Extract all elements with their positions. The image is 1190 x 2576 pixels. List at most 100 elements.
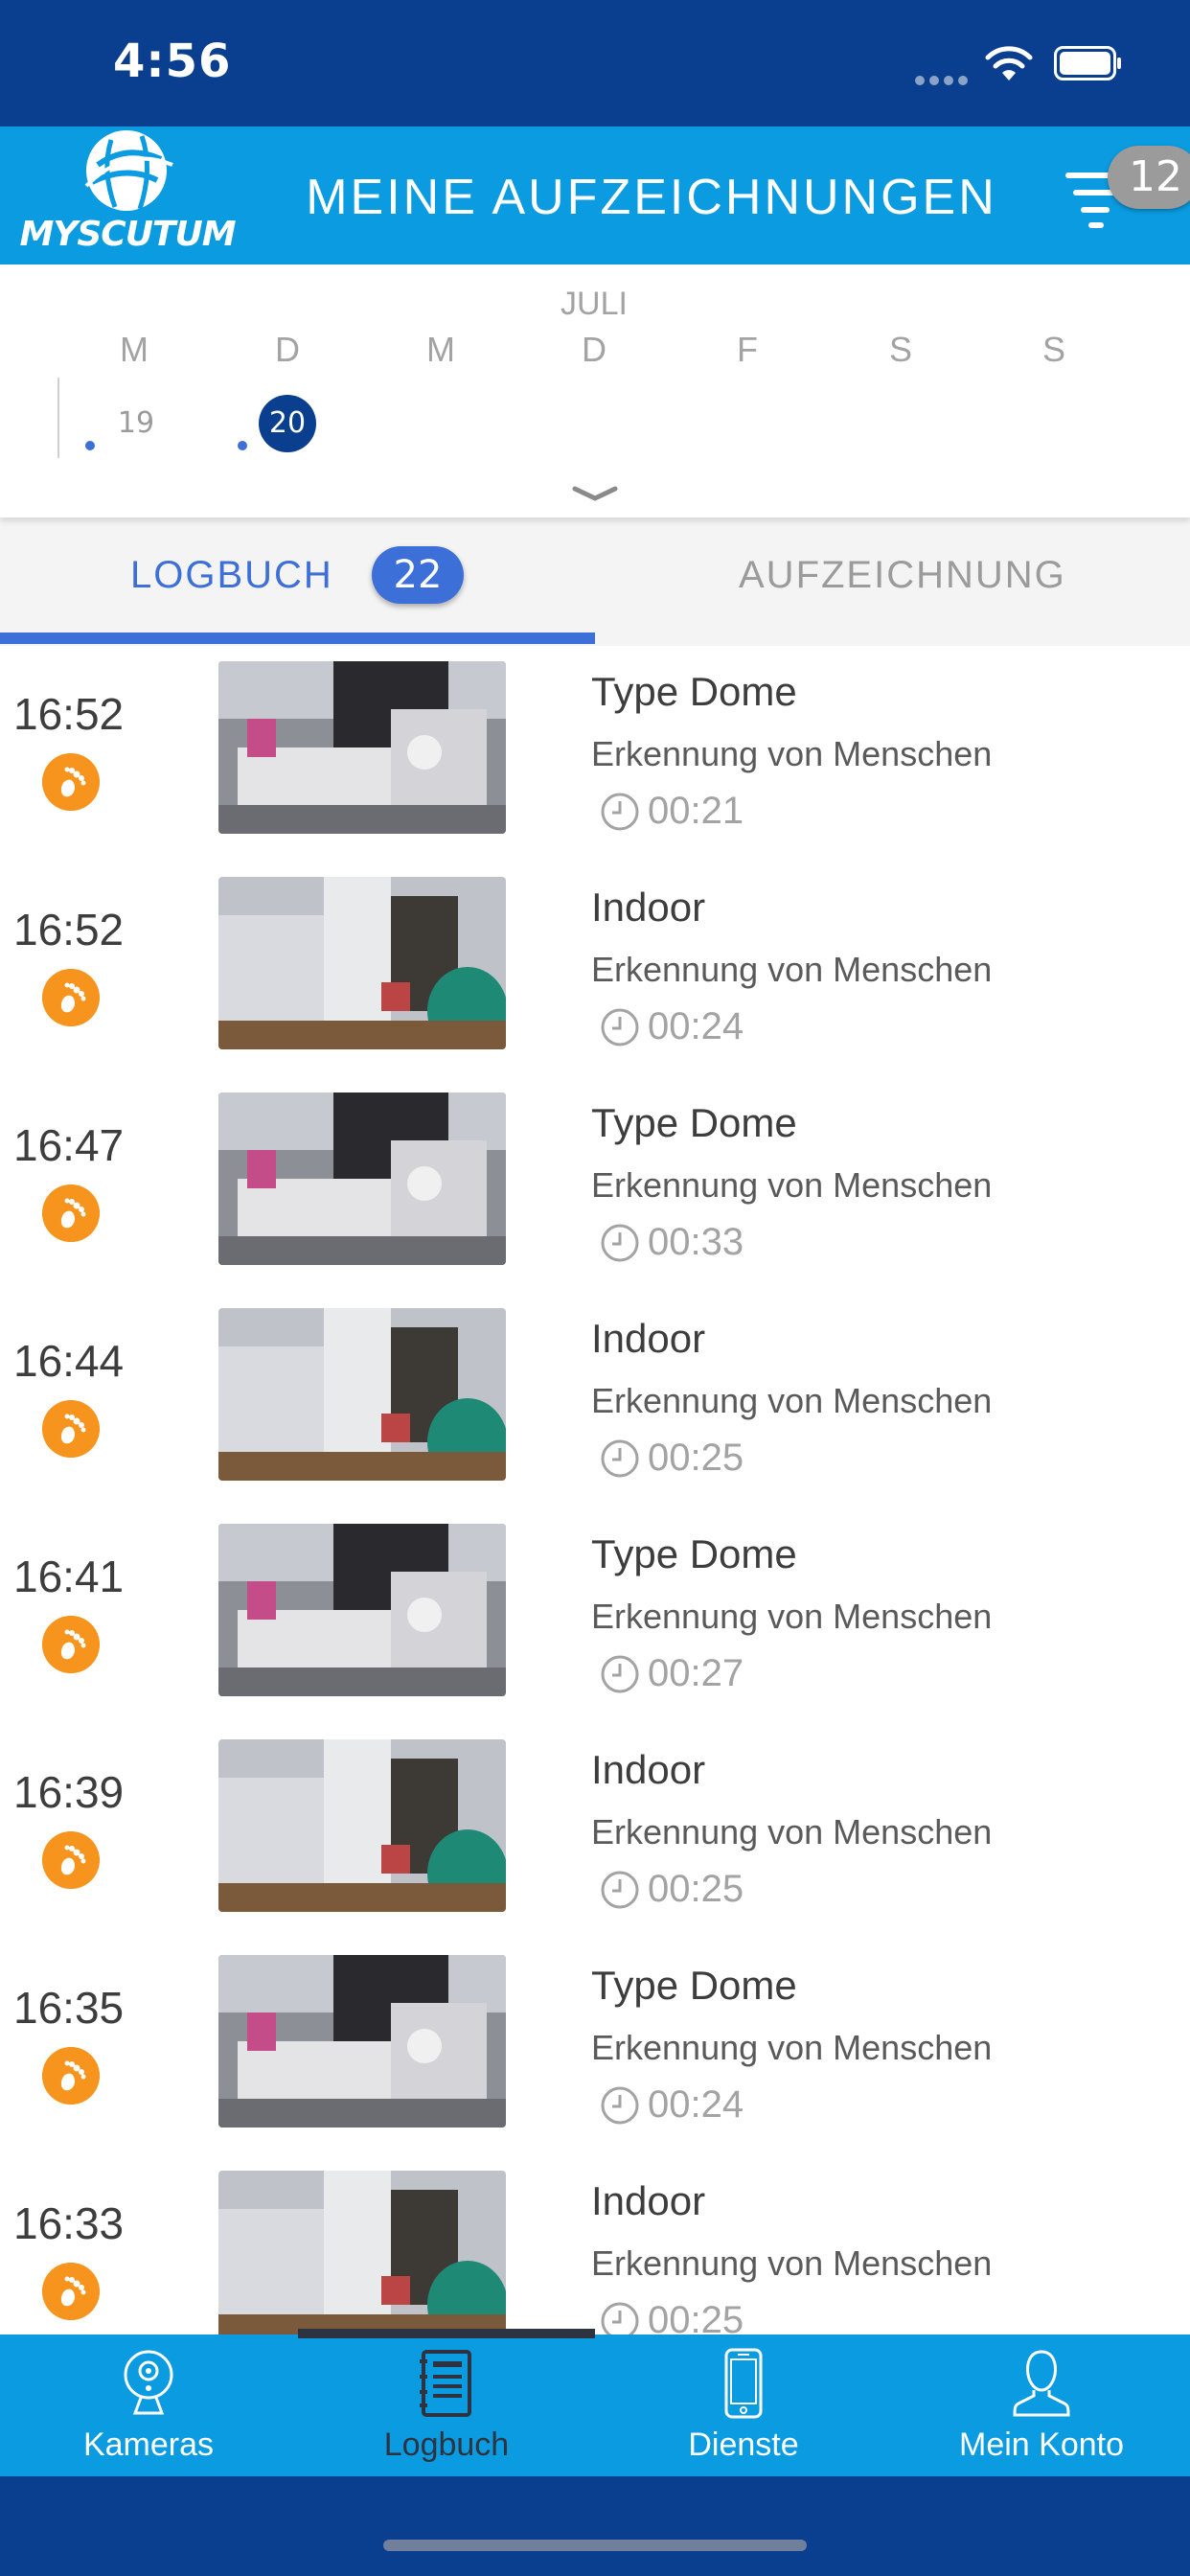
recording-thumbnail[interactable] <box>218 1524 506 1696</box>
globe-logo-icon <box>84 130 173 211</box>
recording-time: 16:39 <box>13 1767 125 1817</box>
recording-time: 16:47 <box>13 1120 125 1170</box>
recording-time: 16:44 <box>13 1336 125 1386</box>
recording-duration: 00:21 <box>648 790 744 832</box>
nav-item-logbuch[interactable]: Logbuch <box>298 2334 595 2476</box>
active-nav-indicator <box>298 2329 595 2338</box>
camera-name: Type Dome <box>591 1531 797 1576</box>
nav-item-mein-konto[interactable]: Mein Konto <box>893 2334 1190 2476</box>
weekday-label: D <box>582 330 606 369</box>
active-tab-indicator <box>0 632 595 644</box>
weekday-label: S <box>888 330 912 369</box>
weekday-label: D <box>275 330 300 369</box>
recording-time: 16:41 <box>13 1552 125 1601</box>
app-header: MYSCUTUM MEINE AUFZEICHNUNGEN 12 <box>0 126 1190 264</box>
recording-duration: 00:25 <box>648 1437 744 1479</box>
clock-icon <box>601 2086 639 2125</box>
tab-label: AUFZEICHNUNG <box>739 554 1066 596</box>
home-indicator[interactable] <box>383 2540 807 2551</box>
event-type: Erkennung von Menschen <box>591 734 993 773</box>
footprint-icon <box>42 1184 100 1242</box>
camera-icon <box>124 2350 173 2415</box>
recording-duration: 00:27 <box>648 1652 744 1694</box>
footprint-icon <box>42 2263 100 2320</box>
clock-icon <box>601 1008 639 1046</box>
recording-duration: 00:25 <box>648 1868 744 1910</box>
recording-list: 16:52 Type Dome Erkennung von Menschen 00:2… <box>0 646 1190 2334</box>
recording-duration: 00:24 <box>648 1005 744 1047</box>
clock-icon <box>601 1655 639 1693</box>
logbook-icon <box>420 2350 471 2417</box>
footprint-icon <box>42 969 100 1026</box>
recording-row[interactable]: 16:39 Indoor Erkennung von Menschen 00:25 <box>0 1724 1190 1940</box>
event-type: Erkennung von Menschen <box>591 1165 993 1205</box>
footprint-icon <box>42 2047 100 2104</box>
weekday-label: S <box>1041 330 1065 369</box>
clock-icon <box>601 1871 639 1909</box>
cellular-signal-icon <box>915 71 973 89</box>
clock-icon <box>601 793 639 831</box>
event-type: Erkennung von Menschen <box>591 2028 993 2067</box>
tab-count-badge: 22 <box>372 546 464 604</box>
nav-label: Kameras <box>82 2426 215 2463</box>
chevron-down-icon[interactable] <box>571 483 619 504</box>
page-title: MEINE AUFZEICHNUNGEN <box>306 170 997 225</box>
battery-icon <box>1054 46 1121 80</box>
weekday-label: M <box>120 330 149 369</box>
recording-row[interactable]: 16:35 Type Dome Erkennung von Menschen 00:2… <box>0 1940 1190 2155</box>
camera-name: Indoor <box>591 885 706 930</box>
event-dot <box>238 441 247 450</box>
bottom-nav: Kameras Logbuch Dienste Mein Konto <box>0 2334 1190 2476</box>
nav-item-kameras[interactable]: Kameras <box>0 2334 297 2476</box>
footprint-icon <box>42 1831 100 1889</box>
footprint-icon <box>42 753 100 811</box>
event-type: Erkennung von Menschen <box>591 950 993 989</box>
footprint-icon <box>42 1400 100 1458</box>
recording-time: 16:35 <box>13 1983 125 2033</box>
nav-item-dienste[interactable]: Dienste <box>595 2334 892 2476</box>
recording-row[interactable]: 16:33 Indoor Erkennung von Menschen 00:25 <box>0 2155 1190 2334</box>
tab-aufzeichnung[interactable]: AUFZEICHNUNG <box>595 518 1190 646</box>
event-type: Erkennung von Menschen <box>591 2243 993 2283</box>
recording-duration: 00:25 <box>648 2299 744 2334</box>
recording-row[interactable]: 16:44 Indoor Erkennung von Menschen 00:25 <box>0 1293 1190 1508</box>
myscutum-logo: MYSCUTUM <box>15 126 240 264</box>
clock-icon <box>601 1439 639 1478</box>
calendar-day[interactable]: 19 <box>107 395 165 452</box>
recording-duration: 00:24 <box>648 2083 744 2126</box>
recording-row[interactable]: 16:52 Type Dome Erkennung von Menschen 00:2… <box>0 646 1190 862</box>
clock-icon <box>601 2302 639 2334</box>
clock-icon <box>601 1224 639 1262</box>
recording-thumbnail[interactable] <box>218 1308 506 1481</box>
calendar-day-selected[interactable]: 20 <box>259 395 316 452</box>
logo-text: MYSCUTUM <box>19 215 236 254</box>
filter-count-badge[interactable]: 12 <box>1108 146 1190 209</box>
camera-name: Indoor <box>591 1747 706 1792</box>
recording-thumbnail[interactable] <box>218 1955 506 2128</box>
recording-time: 16:33 <box>13 2198 125 2248</box>
camera-name: Indoor <box>591 2178 706 2223</box>
recording-thumbnail[interactable] <box>218 2171 506 2334</box>
tab-logbuch[interactable]: LOGBUCH 22 <box>0 518 595 646</box>
recording-thumbnail[interactable] <box>218 1739 506 1912</box>
nav-label: Dienste <box>688 2426 799 2463</box>
wifi-icon <box>985 46 1033 80</box>
recording-thumbnail[interactable] <box>218 877 506 1049</box>
weekday-label: M <box>426 330 455 369</box>
event-type: Erkennung von Menschen <box>591 1812 993 1852</box>
recording-row[interactable]: 16:47 Type Dome Erkennung von Menschen 00:3… <box>0 1077 1190 1293</box>
tab-label: LOGBUCH <box>130 554 333 596</box>
camera-name: Type Dome <box>591 1100 797 1145</box>
recording-row[interactable]: 16:52 Indoor Erkennung von Menschen 00:24 <box>0 862 1190 1077</box>
recording-thumbnail[interactable] <box>218 1092 506 1265</box>
recording-thumbnail[interactable] <box>218 661 506 834</box>
account-icon <box>1013 2350 1070 2417</box>
recording-row[interactable]: 16:41 Type Dome Erkennung von Menschen 00:2… <box>0 1508 1190 1724</box>
calendar-divider <box>57 378 59 458</box>
nav-label: Logbuch <box>383 2426 510 2463</box>
weekday-label: F <box>737 330 758 369</box>
footprint-icon <box>42 1616 100 1673</box>
month-label: JULI <box>561 286 628 322</box>
event-dot <box>85 441 95 450</box>
phone-icon <box>724 2348 763 2419</box>
